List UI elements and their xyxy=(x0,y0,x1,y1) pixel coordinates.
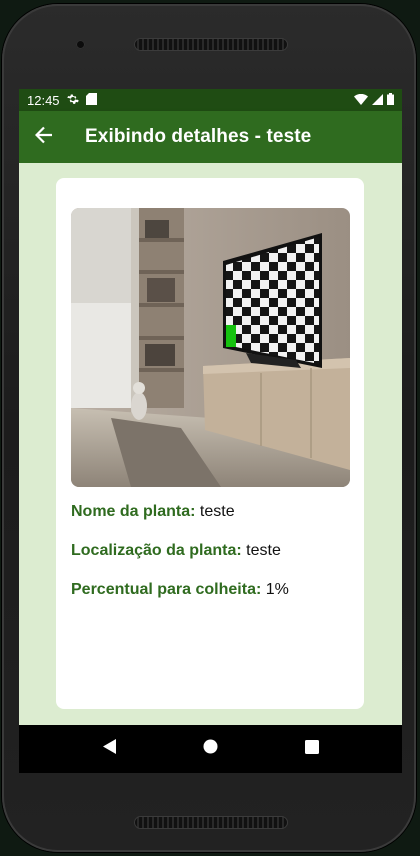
plant-details: Nome da planta: teste Localização da pla… xyxy=(71,502,351,619)
front-camera xyxy=(76,40,85,49)
plant-photo xyxy=(71,208,350,487)
app-bar: Exibindo detalhes - teste xyxy=(19,111,402,163)
screen: 12:45 Exibindo detalhes - teste Nome da … xyxy=(19,89,402,773)
status-bar: 12:45 xyxy=(19,89,402,111)
bottom-speaker xyxy=(134,816,288,829)
plant-location-value: teste xyxy=(241,542,281,559)
back-button[interactable] xyxy=(19,111,69,163)
home-circle-icon xyxy=(203,739,218,759)
plant-details-card: Nome da planta: teste Localização da pla… xyxy=(56,178,364,709)
page-title: Exibindo detalhes - teste xyxy=(85,126,312,147)
battery-icon xyxy=(387,92,394,108)
system-nav-bar xyxy=(19,725,402,773)
nav-back-button[interactable] xyxy=(90,729,130,769)
recents-square-icon xyxy=(304,739,319,759)
harvest-percent-value: 1% xyxy=(261,581,289,598)
plant-location-label: Localização da planta: xyxy=(71,542,242,559)
nav-home-button[interactable] xyxy=(191,729,231,769)
gear-icon xyxy=(66,93,79,108)
sd-card-icon xyxy=(85,92,97,108)
plant-name-row: Nome da planta: teste xyxy=(71,502,351,541)
plant-name-value: teste xyxy=(195,503,235,520)
arrow-left-icon xyxy=(34,126,53,149)
wifi-icon xyxy=(354,93,368,108)
status-time: 12:45 xyxy=(27,92,60,108)
nav-recents-button[interactable] xyxy=(292,729,332,769)
plant-location-row: Localização da planta: teste xyxy=(71,541,351,580)
plant-name-label: Nome da planta: xyxy=(71,503,196,520)
top-speaker xyxy=(134,38,288,51)
harvest-percent-label: Percentual para colheita: xyxy=(71,581,262,598)
harvest-percent-row: Percentual para colheita: 1% xyxy=(71,580,351,619)
phone-frame: 12:45 Exibindo detalhes - teste Nome da … xyxy=(2,4,416,852)
back-triangle-icon xyxy=(102,739,117,759)
signal-icon xyxy=(372,93,383,108)
